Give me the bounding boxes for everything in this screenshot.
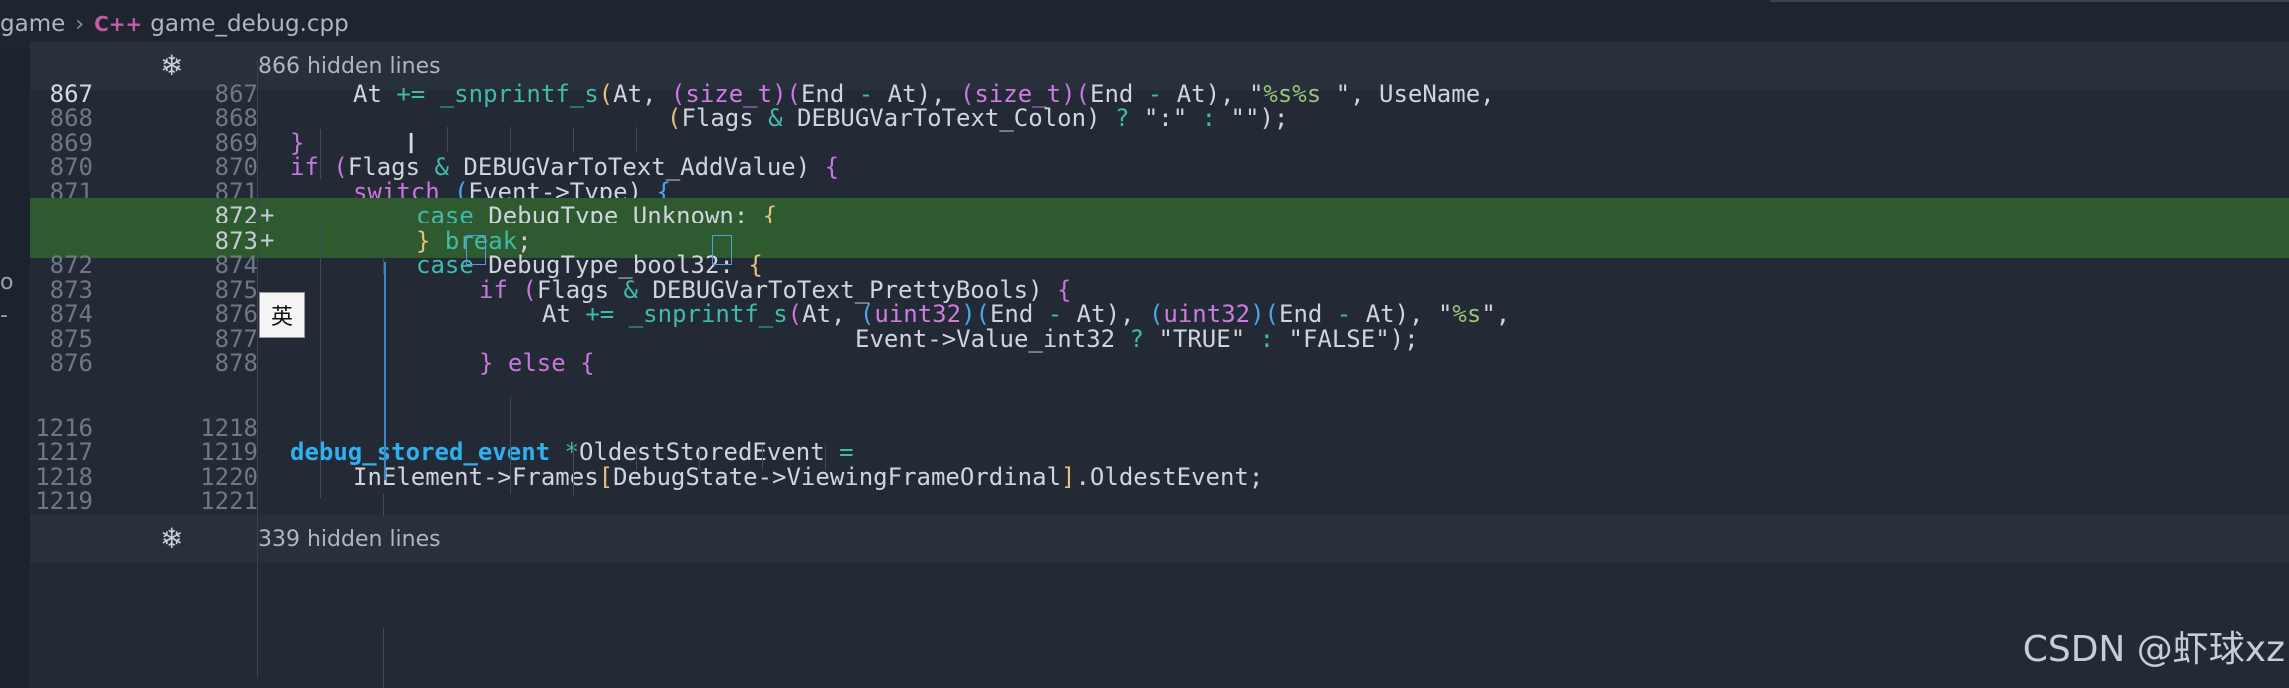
code-line[interactable]: 1219 1221 bbox=[30, 483, 2289, 519]
indent-guide bbox=[447, 127, 448, 152]
bracket-match-highlight bbox=[712, 235, 732, 265]
code-token: else bbox=[507, 349, 566, 377]
indent-guide bbox=[699, 445, 700, 470]
chevron-right-icon: › bbox=[75, 11, 85, 37]
indent-guide bbox=[762, 445, 763, 470]
gutter-divider bbox=[257, 515, 258, 678]
ime-indicator: 英 bbox=[259, 292, 305, 338]
gutter-divider bbox=[257, 60, 258, 515]
indent-guide bbox=[636, 445, 637, 470]
indent-guide bbox=[383, 494, 384, 516]
new-line-number: 878 bbox=[214, 349, 258, 377]
indent-guide bbox=[320, 129, 321, 179]
active-indent-guide bbox=[384, 262, 386, 480]
cpp-file-icon: C++ bbox=[94, 12, 143, 36]
bracket-match-highlight bbox=[466, 235, 486, 265]
indent-guide bbox=[510, 127, 511, 152]
code-token: { bbox=[580, 349, 595, 377]
breadcrumb-file[interactable]: game_debug.cpp bbox=[150, 11, 348, 37]
code-line[interactable]: 876 878} else { bbox=[30, 345, 2289, 381]
snowflake-icon[interactable]: ❄ bbox=[160, 522, 183, 555]
text-cursor-icon: I bbox=[407, 127, 416, 160]
indent-guide bbox=[573, 445, 574, 495]
gutter-mark-a: o bbox=[0, 270, 14, 295]
indent-guide bbox=[320, 226, 321, 498]
watermark: CSDN @虾球xz bbox=[2022, 629, 2285, 670]
gutter-mark-b: - bbox=[0, 303, 8, 328]
new-line-number: 1221 bbox=[200, 487, 258, 515]
code-token: } bbox=[479, 349, 494, 377]
indent-guide bbox=[383, 628, 384, 688]
editor-edge bbox=[1770, 0, 2289, 2]
breadcrumb-folder[interactable]: game bbox=[0, 11, 65, 37]
indent-guide bbox=[636, 127, 637, 152]
old-line-number: 876 bbox=[49, 349, 93, 377]
code-text: } else { bbox=[479, 349, 595, 377]
hidden-lines-label: 339 hidden lines bbox=[258, 527, 441, 552]
hidden-lines-bar-mid[interactable]: ❄ 339 hidden lines bbox=[30, 515, 2289, 563]
indent-guide bbox=[825, 445, 826, 470]
old-line-number: 1219 bbox=[35, 487, 93, 515]
indent-guide bbox=[510, 397, 511, 494]
left-gutter bbox=[0, 48, 30, 688]
breadcrumb: game › C++ game_debug.cpp bbox=[0, 0, 2289, 48]
indent-guide bbox=[573, 127, 574, 152]
